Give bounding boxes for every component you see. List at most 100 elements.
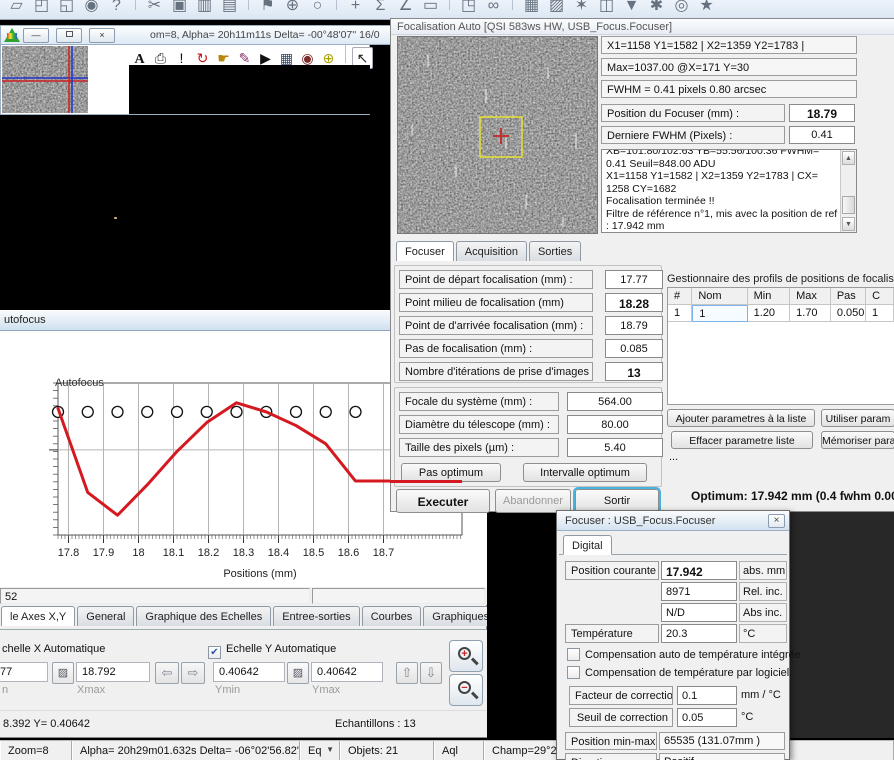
profiles-cell[interactable]: 1.20 [748,305,791,322]
focuser-dialog-titlebar[interactable]: Focuser : USB_Focus.Focuser [557,511,789,531]
tab-general[interactable]: General [77,606,134,626]
tab-courbes[interactable]: Courbes [362,606,422,626]
ymax-field[interactable]: 0.40642 [311,662,383,682]
checked-checkbox-icon[interactable]: ✔ [208,646,221,659]
close-button[interactable]: × [89,28,115,43]
tab-le-axes-x-y[interactable]: le Axes X,Y [1,606,75,626]
restore-button[interactable] [56,28,82,43]
tab-acquisition[interactable]: Acquisition [456,241,527,261]
ymin-field[interactable]: 0.40642 [213,662,285,682]
optic-value-field[interactable]: 80.00 [567,415,663,434]
paste-icon[interactable]: ▥ [192,0,217,19]
tab-graphique-des-echelles[interactable]: Graphique des Echelles [136,606,271,626]
y-scale-icon-button[interactable]: ▨ [287,662,309,684]
tab-digital[interactable]: Digital [563,535,612,555]
tab-graphiques[interactable]: Graphiques [423,606,487,626]
angle-icon[interactable]: ∠ [393,0,418,19]
param-value-field[interactable]: 0.085 [605,339,663,358]
status-cell-aql[interactable]: Aql [434,741,484,760]
save-as-icon[interactable]: ◳ [456,0,481,19]
focuser-row-value[interactable]: 17.942 [661,561,737,580]
zoom-out-button[interactable]: − [449,674,483,706]
crosshair-icon[interactable]: + [343,0,368,19]
columns-icon[interactable]: ◫ [594,0,619,19]
param-value-field[interactable]: 18.79 [605,316,663,335]
intervalle-optimum-button[interactable]: Intervalle optimum [523,463,647,482]
effacer-parametre-liste-button[interactable]: Effacer parametre liste [671,431,813,449]
checkbox-compensation-de-temp-rature-par-logiciel[interactable]: Compensation de température par logiciel [567,666,791,679]
param-value-field[interactable]: 13 [605,362,663,381]
tab-sorties[interactable]: Sorties [529,241,581,261]
status-cell-alpha-20h29m01-632s-delta-06-02-56-82[interactable]: Alpha= 20h29m01.632s Delta= -06°02'56.82… [72,741,300,760]
executer-button[interactable]: Executer [396,489,490,513]
filter-icon[interactable]: ▼ [619,0,644,19]
cut-icon[interactable]: ✂ [142,0,167,19]
camera-icon[interactable]: ◉ [79,0,104,19]
dialog-close-button[interactable]: × [768,514,785,528]
flag-icon[interactable]: ⚑ [255,0,280,19]
duplicate-icon[interactable]: ▤ [217,0,242,19]
profiles-cell[interactable]: 1 [668,305,692,322]
shift-up-button[interactable]: ⇧ [396,662,418,684]
shift-down-button[interactable]: ⇩ [420,662,442,684]
tab-focuser[interactable]: Focuser [396,241,454,261]
x-auto-checkbox-label[interactable]: chelle X Automatique [2,643,105,655]
table-row[interactable]: 111.201.700.0501 [668,305,894,322]
status-cell-champ-29-20[interactable]: Champ=29°20 [484,741,560,760]
dropdown-arrow-icon[interactable]: ▼ [326,745,334,754]
link-icon[interactable]: ∞ [481,0,506,19]
histogram-icon[interactable]: ▨ [544,0,569,19]
scroll-down-icon[interactable]: ▼ [842,217,855,231]
zoom-in-button[interactable]: + [449,640,483,672]
focuser-row-value[interactable]: 8971 [661,582,737,601]
focuser-row-value[interactable]: N/D [661,603,737,622]
focalisation-window-titlebar[interactable]: Focalisation Auto [QSI 583ws HW, USB_Foc… [391,19,894,35]
search-icon[interactable]: ○ [305,0,330,19]
optic-value-field[interactable]: 564.00 [567,392,663,411]
scope-icon[interactable]: ◎ [669,0,694,19]
y-auto-checkbox[interactable]: ✔Echelle Y Automatique [208,643,336,659]
new-icon[interactable]: ▱ [4,0,29,19]
xmax-field[interactable]: 18.792 [76,662,150,682]
focuser-row-value[interactable]: 20.3 [661,624,737,643]
star-icon[interactable]: ★ [694,0,719,19]
status-cell-objets-21[interactable]: Objets: 21 [340,741,434,760]
ajouter-parametres-la-liste-button[interactable]: Ajouter parametres à la liste [667,409,815,427]
save-icon[interactable]: ◱ [54,0,79,19]
scroll-up-icon[interactable]: ▲ [842,151,855,165]
log-scrollbar[interactable]: ▲ ▼ [840,150,856,232]
star-field-image[interactable] [397,36,598,234]
param-value-field[interactable]: 18.28 [605,293,663,312]
profiles-cell[interactable]: 1 [692,305,747,322]
unchecked-checkbox-icon[interactable] [567,666,580,679]
x-scale-icon-button[interactable]: ▨ [52,662,74,684]
profiles-table[interactable]: #NomMinMaxPasC111.201.700.0501 [667,287,894,405]
status-cell-eq[interactable]: Eq▼ [300,741,340,760]
status-cell-zoom-8[interactable]: Zoom=8 [0,741,72,760]
xmin-field[interactable]: 77 [0,662,48,682]
optic-value-field[interactable]: 5.40 [567,438,663,457]
zoom-thumbnail-image[interactable] [2,46,88,113]
shift-left-button[interactable]: ⇦ [155,662,179,684]
minimize-button[interactable]: — [23,28,49,43]
wand-icon[interactable]: ✶ [569,0,594,19]
correction-value-field[interactable]: 0.1 [677,686,737,705]
help-icon[interactable]: ? [104,0,129,19]
selection-icon[interactable]: ▭ [418,0,443,19]
shift-right-button[interactable]: ⇨ [181,662,205,684]
scrollbar-thumb[interactable] [842,196,855,214]
m-moriser-para-button[interactable]: Mémoriser para [821,431,894,449]
unchecked-checkbox-icon[interactable] [567,648,580,661]
param-value-field[interactable]: 17.77 [605,270,663,289]
gear-icon[interactable]: ✱ [644,0,669,19]
sigma-icon[interactable]: Σ [368,0,393,19]
copy-icon[interactable]: ▣ [167,0,192,19]
profiles-cell[interactable]: 1.70 [790,305,831,322]
checkbox-compensation-auto-de-temp-rature-int-gr-e[interactable]: Compensation auto de température intégré… [567,648,791,661]
profiles-cell[interactable]: 0.050 [831,305,866,322]
grid-icon[interactable]: ▦ [519,0,544,19]
focus-log[interactable]: XB=101.80/102.63 YB=55.56/100.36 FWHM= 0… [601,149,857,233]
tab-entree-sorties[interactable]: Entree-sorties [273,606,359,626]
open-icon[interactable]: ◰ [29,0,54,19]
correction-value-field[interactable]: 0.05 [677,708,737,727]
